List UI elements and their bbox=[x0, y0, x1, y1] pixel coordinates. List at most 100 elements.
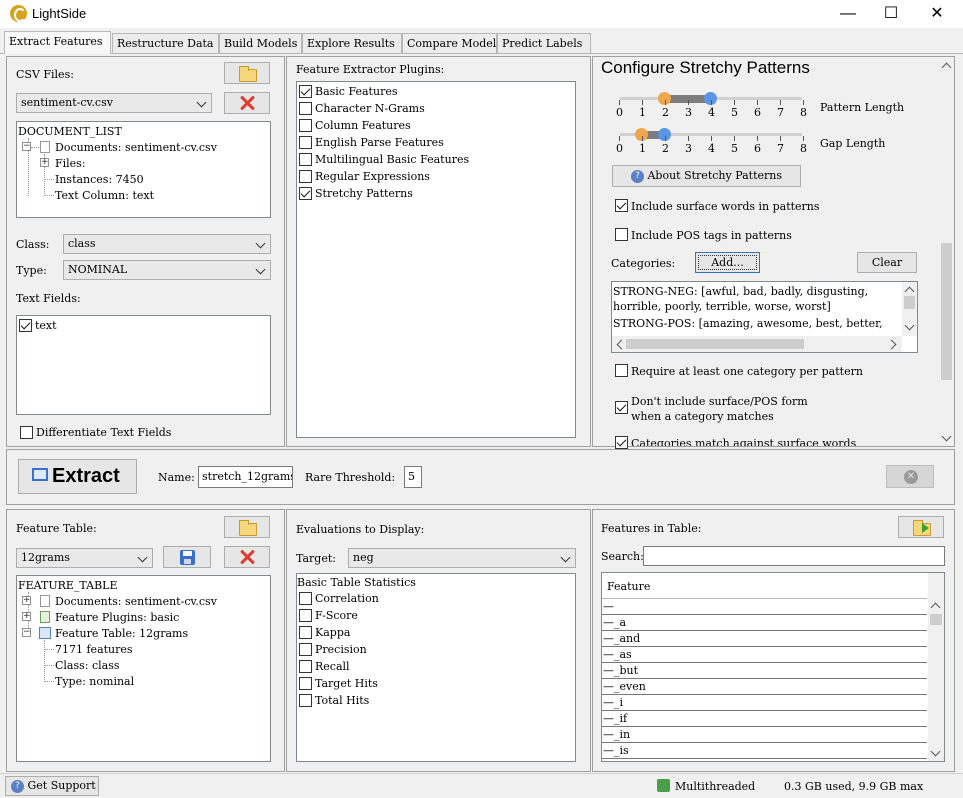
slider-tick bbox=[688, 136, 689, 141]
save-icon bbox=[180, 550, 195, 565]
plugin-checkbox[interactable] bbox=[299, 153, 312, 166]
categories-vscrollbar[interactable] bbox=[902, 282, 917, 336]
evaluation-checkbox[interactable] bbox=[299, 626, 312, 639]
remove-feature-table-button[interactable] bbox=[224, 546, 270, 568]
scroll-up-icon[interactable] bbox=[941, 62, 952, 73]
scroll-down-icon[interactable] bbox=[941, 431, 952, 442]
features-vscrollbar[interactable] bbox=[928, 573, 944, 761]
extract-button[interactable]: Extract bbox=[18, 459, 137, 494]
table-row[interactable]: —_in bbox=[602, 727, 927, 743]
tab-restructure-data[interactable]: Restructure Data bbox=[112, 33, 219, 53]
include-pos-checkbox[interactable] bbox=[615, 228, 628, 241]
differentiate-checkbox[interactable] bbox=[20, 426, 33, 439]
slider-tick bbox=[734, 100, 735, 105]
scroll-thumb[interactable] bbox=[904, 296, 915, 309]
collapse-icon[interactable]: − bbox=[22, 628, 31, 637]
table-row[interactable]: —_a bbox=[602, 615, 927, 631]
plugin-checkbox[interactable] bbox=[299, 170, 312, 183]
tab-predict-labels[interactable]: Predict Labels bbox=[497, 33, 591, 53]
table-row[interactable]: —_but bbox=[602, 663, 927, 679]
tab-explore-results[interactable]: Explore Results bbox=[302, 33, 402, 53]
tab-extract-features[interactable]: Extract Features bbox=[4, 31, 111, 54]
csv-files-label: CSV Files: bbox=[16, 68, 74, 81]
type-select[interactable]: NOMINAL bbox=[63, 260, 271, 280]
save-feature-table-button[interactable] bbox=[163, 546, 211, 568]
scroll-down-icon[interactable] bbox=[930, 746, 941, 757]
feature-table-tree[interactable]: FEATURE_TABLE + Documents: sentiment-cv.… bbox=[16, 575, 271, 762]
table-row[interactable]: —_if bbox=[602, 711, 927, 727]
maximize-button[interactable]: ☐ bbox=[868, 0, 914, 28]
scroll-thumb[interactable] bbox=[941, 243, 952, 380]
expand-icon[interactable]: + bbox=[40, 158, 49, 167]
scroll-up-icon[interactable] bbox=[930, 602, 941, 613]
scroll-up-icon[interactable] bbox=[904, 286, 915, 297]
document-tree[interactable]: DOCUMENT_LIST − Documents: sentiment-cv.… bbox=[16, 121, 271, 218]
table-row[interactable]: —_even bbox=[602, 679, 927, 695]
evaluation-checkbox[interactable] bbox=[299, 643, 312, 656]
export-features-button[interactable] bbox=[898, 516, 944, 538]
remove-csv-button[interactable] bbox=[224, 92, 270, 114]
rare-threshold-input[interactable]: 5 bbox=[404, 466, 422, 488]
categories-hscrollbar[interactable] bbox=[612, 336, 902, 352]
feature-search-input[interactable] bbox=[643, 546, 945, 566]
evaluation-checkbox[interactable] bbox=[299, 592, 312, 605]
plugin-checkbox[interactable] bbox=[299, 119, 312, 132]
clear-categories-button[interactable]: Clear bbox=[857, 252, 917, 273]
close-button[interactable]: ✕ bbox=[914, 0, 960, 28]
target-select[interactable]: neg bbox=[348, 548, 576, 568]
table-row[interactable]: —_as bbox=[602, 647, 927, 663]
add-category-button[interactable]: Add... bbox=[695, 252, 760, 273]
include-surface-checkbox[interactable] bbox=[615, 199, 628, 212]
feature-name-input[interactable]: stretch_12grams bbox=[198, 466, 293, 488]
about-stretchy-button[interactable]: ? About Stretchy Patterns bbox=[612, 165, 801, 187]
open-csv-button[interactable] bbox=[224, 62, 270, 84]
evaluation-checkbox[interactable] bbox=[299, 677, 312, 690]
minimize-button[interactable]: — bbox=[825, 0, 871, 28]
evaluation-label: Precision bbox=[315, 643, 367, 656]
feature-column-header[interactable]: Feature bbox=[607, 580, 650, 593]
scroll-thumb[interactable] bbox=[626, 339, 804, 349]
stretchy-vscrollbar[interactable] bbox=[939, 57, 954, 446]
evaluations-list: Basic Table Statistics Correlation F-Scor… bbox=[296, 573, 576, 762]
categories-textarea[interactable]: STRONG-NEG: [awful, bad, badly, disgusti… bbox=[611, 281, 918, 353]
tree-root-label: DOCUMENT_LIST bbox=[18, 125, 122, 138]
tree-feature-count: 7171 features bbox=[55, 643, 133, 656]
tree-feature-plugins: Feature Plugins: basic bbox=[55, 611, 180, 624]
feature-table-select[interactable]: 12grams bbox=[16, 548, 153, 568]
scroll-right-icon[interactable] bbox=[886, 339, 897, 350]
scroll-left-icon[interactable] bbox=[616, 339, 627, 350]
tab-compare-models[interactable]: Compare Models bbox=[402, 33, 502, 53]
table-row[interactable]: —_is bbox=[602, 743, 927, 759]
plugin-checkbox[interactable] bbox=[299, 85, 312, 98]
cancel-extract-button[interactable]: ✕ bbox=[886, 465, 934, 488]
class-select[interactable]: class bbox=[63, 234, 271, 254]
text-field-checkbox[interactable] bbox=[19, 319, 32, 332]
require-category-checkbox[interactable] bbox=[615, 364, 628, 377]
evaluation-label: Total Hits bbox=[315, 694, 370, 707]
dont-include-checkbox[interactable] bbox=[615, 401, 628, 414]
table-row[interactable]: — bbox=[602, 599, 927, 615]
match-surface-checkbox[interactable] bbox=[615, 436, 628, 449]
plugin-checkbox[interactable] bbox=[299, 187, 312, 200]
scroll-thumb[interactable] bbox=[930, 614, 942, 625]
plugin-checkbox[interactable] bbox=[299, 136, 312, 149]
evaluations-label: Evaluations to Display: bbox=[296, 523, 425, 536]
expand-icon[interactable]: + bbox=[22, 596, 31, 605]
plugin-checkbox[interactable] bbox=[299, 102, 312, 115]
plugins-label: Feature Extractor Plugins: bbox=[296, 63, 445, 76]
collapse-icon[interactable]: − bbox=[22, 142, 31, 151]
csv-file-select[interactable]: sentiment-cv.csv bbox=[16, 93, 212, 113]
tab-build-models[interactable]: Build Models bbox=[219, 33, 302, 53]
open-feature-table-button[interactable] bbox=[224, 516, 270, 538]
features-table[interactable]: Feature — —_a —_and —_as —_but —_even —_i —_if —… bbox=[601, 572, 945, 762]
table-row[interactable]: —_i bbox=[602, 695, 927, 711]
get-support-button[interactable]: ? Get Support bbox=[5, 776, 99, 796]
evaluation-checkbox[interactable] bbox=[299, 660, 312, 673]
evaluation-checkbox[interactable] bbox=[299, 609, 312, 622]
expand-icon[interactable]: + bbox=[22, 612, 31, 621]
evaluation-checkbox[interactable] bbox=[299, 694, 312, 707]
type-label: Type: bbox=[16, 264, 47, 277]
table-row[interactable]: —_and bbox=[602, 631, 927, 647]
scroll-down-icon[interactable] bbox=[904, 320, 915, 331]
include-pos-label: Include POS tags in patterns bbox=[631, 229, 792, 242]
